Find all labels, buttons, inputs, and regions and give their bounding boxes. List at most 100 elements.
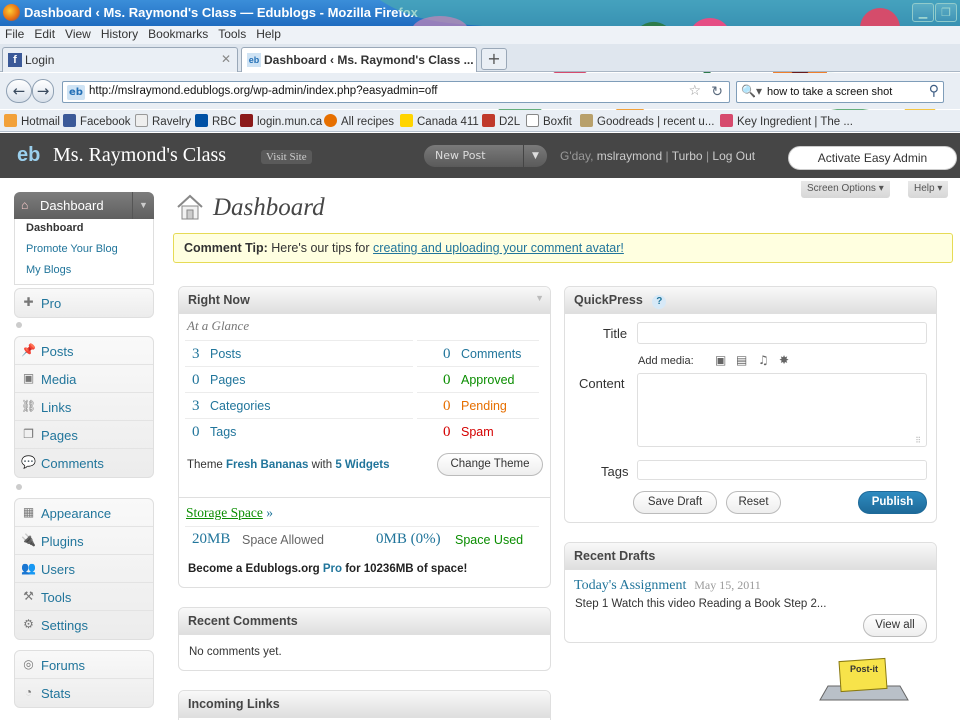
add-media-icon[interactable]: ✸: [779, 353, 789, 367]
add-image-icon[interactable]: ▣: [715, 353, 726, 367]
help-icon[interactable]: ?: [652, 295, 667, 309]
reload-icon[interactable]: ↻: [711, 84, 723, 100]
bookmark-ravelry[interactable]: Ravelry: [135, 114, 191, 128]
sidebar-item-forums[interactable]: ◎ Forums: [15, 651, 153, 679]
dropdown-arrow-icon[interactable]: ▼: [523, 145, 547, 167]
menu-file[interactable]: File: [0, 26, 29, 42]
bookmark-hotmail[interactable]: Hotmail: [4, 114, 60, 128]
collapse-icon[interactable]: ▼: [535, 293, 544, 303]
stat-posts[interactable]: 3 Posts: [185, 340, 413, 366]
menu-bookmarks[interactable]: Bookmarks: [143, 26, 213, 42]
widget-header[interactable]: QuickPress ?: [565, 287, 936, 314]
sidebar-item-posts[interactable]: 📌 Posts: [15, 337, 153, 365]
visit-site-button[interactable]: Visit Site: [261, 150, 312, 164]
reset-button[interactable]: Reset: [726, 491, 781, 514]
sidebar-item-appearance[interactable]: ▦ Appearance: [15, 499, 153, 527]
bookmark-rbc[interactable]: RBC: [195, 114, 236, 128]
screen-options-button[interactable]: Screen Options ▾: [801, 181, 890, 198]
bookmark-boxfit[interactable]: Boxfit: [526, 114, 572, 128]
content-textarea[interactable]: ⠿: [637, 373, 927, 447]
sidebar-item-pages[interactable]: ❐ Pages: [15, 421, 153, 449]
edublogs-logo-icon[interactable]: eb: [17, 145, 45, 165]
sidebar-admin-group: ▦ Appearance 🔌 Plugins 👥 Users ⚒ Tools ⚙ Sett…: [14, 498, 154, 640]
bookmark-allrecipes[interactable]: All recipes: [324, 114, 394, 128]
help-button[interactable]: Help ▾: [908, 181, 949, 198]
storage-space-link[interactable]: Storage Space: [186, 505, 263, 520]
activate-easy-admin-button[interactable]: Activate Easy Admin: [788, 146, 957, 170]
change-theme-button[interactable]: Change Theme: [437, 453, 543, 476]
draft-title-link[interactable]: Today's Assignment: [574, 578, 686, 593]
sidebar-item-links[interactable]: ⛓ Links: [15, 393, 153, 421]
logout-link[interactable]: Log Out: [712, 149, 755, 163]
sidebar-item-plugins[interactable]: 🔌 Plugins: [15, 527, 153, 555]
menu-tools[interactable]: Tools: [213, 26, 251, 42]
forward-button[interactable]: →: [32, 79, 54, 103]
bookmark-d2l[interactable]: D2L: [482, 114, 520, 128]
theme-link[interactable]: Fresh Bananas: [226, 459, 308, 471]
search-go-icon[interactable]: ⚲: [929, 83, 939, 99]
sidebar-item-stats[interactable]: ◔ Stats: [15, 679, 153, 707]
widget-header[interactable]: Recent Drafts: [565, 543, 936, 570]
submenu-dashboard[interactable]: Dashboard: [15, 219, 153, 240]
ravelry-icon: [135, 114, 148, 127]
stat-tags[interactable]: 0 Tags: [185, 418, 413, 444]
pro-link[interactable]: Pro: [323, 563, 342, 575]
site-identity-icon[interactable]: eb: [67, 85, 85, 100]
tab-label: Login: [25, 53, 55, 67]
close-icon[interactable]: ✕: [221, 52, 231, 66]
bookmark-star-icon[interactable]: ☆: [688, 83, 701, 99]
sidebar-item-tools[interactable]: ⚒ Tools: [15, 583, 153, 611]
bookmark-facebook[interactable]: Facebook: [63, 114, 131, 128]
tags-field[interactable]: [637, 460, 927, 480]
avatar-tips-link[interactable]: creating and uploading your comment avat…: [373, 241, 624, 255]
widget-header[interactable]: Incoming Links: [179, 691, 550, 718]
stat-approved[interactable]: 0 Approved: [417, 366, 539, 392]
sidebar-item-pro[interactable]: ✚ Pro: [15, 289, 153, 317]
sidebar-item-comments[interactable]: 💬 Comments: [15, 449, 153, 477]
menu-toggle-icon[interactable]: ▼: [132, 192, 154, 219]
sidebar-item-media[interactable]: ▣ Media: [15, 365, 153, 393]
sidebar-item-dashboard[interactable]: ⌂ Dashboard ▼: [14, 192, 154, 219]
sidebar-item-settings[interactable]: ⚙ Settings: [15, 611, 153, 639]
save-draft-button[interactable]: Save Draft: [633, 491, 717, 514]
tab-dashboard[interactable]: eb Dashboard ‹ Ms. Raymond's Class ...: [241, 47, 477, 72]
menu-history[interactable]: History: [96, 26, 143, 42]
view-all-button[interactable]: View all: [863, 614, 927, 637]
turbo-link[interactable]: Turbo: [672, 149, 703, 163]
new-tab-button[interactable]: +: [481, 48, 507, 70]
widget-header[interactable]: Right Now ▼: [179, 287, 550, 314]
publish-button[interactable]: Publish: [858, 491, 927, 514]
stat-spam[interactable]: 0 Spam: [417, 418, 539, 444]
username-link[interactable]: mslraymond: [597, 149, 662, 163]
add-audio-icon[interactable]: ♫: [758, 353, 769, 367]
bookmark-goodreads[interactable]: Goodreads | recent u...: [580, 114, 714, 128]
menu-edit[interactable]: Edit: [29, 26, 60, 42]
tab-login[interactable]: f Login ✕: [2, 47, 238, 72]
comment-tip-notice: Comment Tip: Here's our tips for creatin…: [173, 233, 953, 263]
bookmark-login-mun[interactable]: login.mun.ca: [240, 114, 322, 128]
search-engine-icon[interactable]: 🔍▾: [741, 84, 762, 98]
new-post-button[interactable]: New Post ▼: [424, 145, 547, 167]
add-video-icon[interactable]: ▤: [736, 353, 747, 367]
submenu-my-blogs[interactable]: My Blogs: [15, 261, 153, 282]
widgets-link[interactable]: 5 Widgets: [335, 459, 389, 471]
title-field[interactable]: [637, 322, 927, 344]
sidebar-item-users[interactable]: 👥 Users: [15, 555, 153, 583]
stat-pending[interactable]: 0 Pending: [417, 392, 539, 418]
stat-comments[interactable]: 0 Comments: [417, 340, 539, 366]
bookmark-canada411[interactable]: Canada 411: [400, 114, 479, 128]
back-button[interactable]: ←: [6, 79, 32, 103]
widget-header[interactable]: Recent Comments: [179, 608, 550, 635]
submenu-promote-blog[interactable]: Promote Your Blog: [15, 240, 153, 261]
minimize-button[interactable]: ▁: [912, 3, 934, 22]
menu-view[interactable]: View: [60, 26, 96, 42]
menu-help[interactable]: Help: [251, 26, 286, 42]
address-bar[interactable]: eb http://mslraymond.edublogs.org/wp-adm…: [62, 81, 730, 103]
stat-pages[interactable]: 0 Pages: [185, 366, 413, 392]
resize-grip-icon[interactable]: ⠿: [915, 436, 921, 445]
search-input[interactable]: 🔍▾ how to take a screen shot ⚲: [736, 81, 944, 103]
bookmark-keyingredient[interactable]: Key Ingredient | The ...: [720, 114, 853, 128]
maximize-button[interactable]: ❐: [935, 3, 957, 22]
stat-categories[interactable]: 3 Categories: [185, 392, 413, 418]
post-it-icon[interactable]: Post-it: [818, 656, 910, 702]
